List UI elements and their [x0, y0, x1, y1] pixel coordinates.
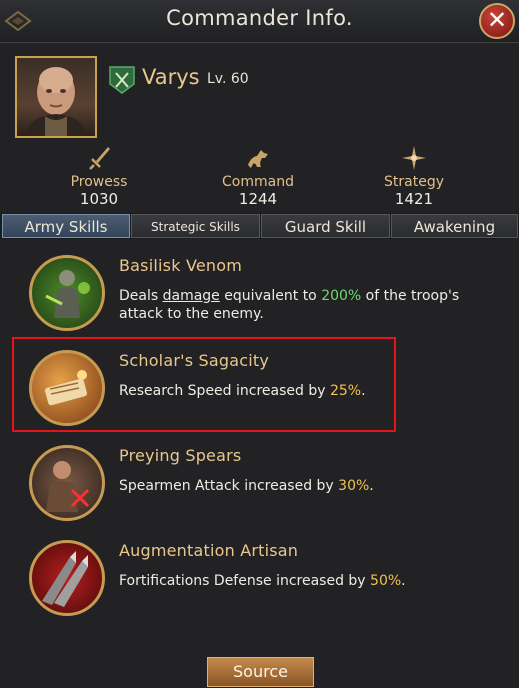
skill-icon-basilisk-venom[interactable] — [29, 255, 105, 331]
portrait-image — [25, 67, 87, 136]
horse-icon — [248, 150, 268, 168]
tab-strategic-skills[interactable]: Strategic Skills — [131, 214, 260, 238]
tab-awakening[interactable]: Awakening — [391, 214, 518, 238]
stat-label: Strategy — [384, 174, 444, 190]
source-button[interactable]: Source — [207, 657, 314, 687]
skill-title: Augmentation Artisan — [119, 541, 299, 560]
stat-command: Command 1244 — [188, 145, 328, 208]
commander-name: Varys — [142, 65, 200, 89]
skill-description: Deals damage equivalent to 200% of the t… — [119, 288, 460, 322]
commander-portrait — [15, 56, 97, 138]
selection-highlight — [12, 337, 396, 432]
page-title: Commander Info. — [166, 6, 353, 30]
stat-prowess: Prowess 1030 — [29, 145, 169, 208]
damage-link[interactable]: damage — [163, 288, 220, 304]
star-icon — [402, 146, 426, 170]
tab-army-skills[interactable]: Army Skills — [2, 214, 130, 238]
sword-icon — [89, 147, 110, 170]
skill-title: Basilisk Venom — [119, 256, 243, 275]
close-icon: ✕ — [486, 6, 508, 34]
warrior-icon — [45, 270, 90, 318]
value-highlight: 200% — [321, 288, 362, 304]
stat-value: 1421 — [394, 190, 434, 208]
skill-title: Preying Spears — [119, 446, 242, 465]
skill-icon-preying-spears[interactable] — [29, 445, 105, 521]
stat-label: Command — [222, 174, 294, 190]
value-highlight: 50% — [370, 573, 402, 589]
stat-strategy: Strategy 1421 — [344, 145, 484, 208]
tab-guard-skill[interactable]: Guard Skill — [261, 214, 390, 238]
skill-description: Spearmen Attack increased by 30%. — [119, 478, 374, 494]
stat-label: Prowess — [70, 174, 128, 190]
stat-value: 1030 — [79, 190, 119, 208]
crossed-swords-icon — [109, 66, 135, 94]
skill-description: Fortifications Defense increased by 50%. — [119, 573, 406, 589]
close-button[interactable]: ✕ — [479, 3, 515, 39]
commander-level: Lv. 60 — [207, 71, 249, 87]
spike-barricade-icon — [42, 551, 88, 607]
skill-icon-augmentation-artisan[interactable] — [29, 540, 105, 616]
value-highlight: 30% — [338, 478, 370, 494]
skill-tabs: Army Skills Strategic Skills Guard Skill… — [0, 213, 519, 239]
stat-value: 1244 — [238, 190, 278, 208]
spearman-icon — [46, 461, 90, 512]
header-bar: Commander Info. ✕ — [0, 0, 519, 43]
